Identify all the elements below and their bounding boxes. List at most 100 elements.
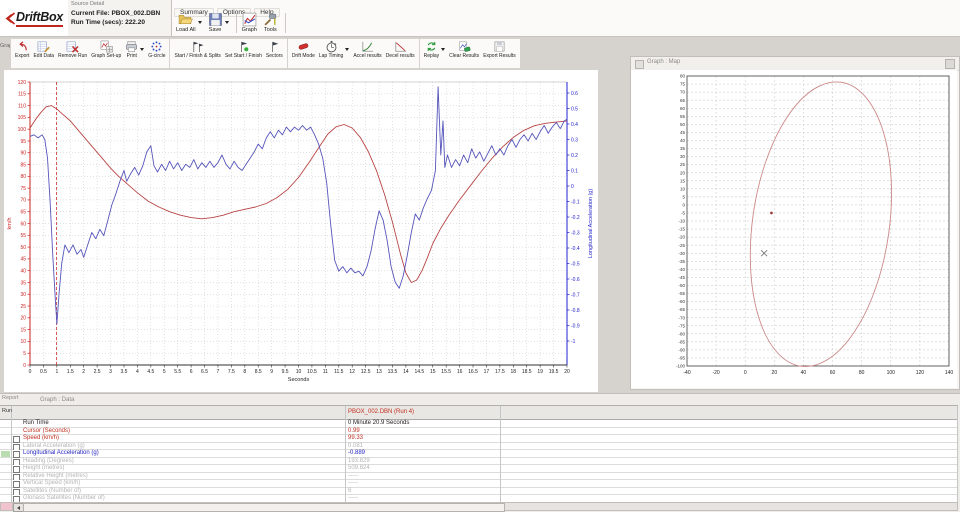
svg-text:-65: -65 (678, 307, 685, 312)
start-finish-splits-icon (191, 40, 204, 53)
dropdown-arrow-icon[interactable] (198, 21, 202, 24)
run-color-chip (1, 503, 13, 510)
source-detail-heading: Source Detail (71, 1, 168, 7)
toolbar-button-export[interactable]: Export (13, 40, 31, 59)
dropdown-arrow-icon[interactable] (441, 48, 445, 51)
svg-text:20: 20 (20, 316, 26, 322)
svg-text:40: 40 (20, 268, 26, 274)
toolbar-button-clear-results[interactable]: Clear Results (447, 40, 481, 59)
svg-text:20: 20 (564, 369, 570, 375)
toolbar-button-label: Drift Mode (292, 53, 315, 59)
report-dock-tab[interactable]: Report (2, 395, 19, 401)
dropdown-arrow-icon[interactable] (225, 21, 229, 24)
svg-text:1.5: 1.5 (67, 369, 74, 375)
svg-text:18.5: 18.5 (522, 369, 532, 375)
svg-text:-35: -35 (678, 259, 685, 264)
svg-text:55: 55 (680, 114, 686, 119)
svg-text:-0.9: -0.9 (571, 323, 580, 329)
toolbar-group: ReplayClear ResultsExport Results (420, 39, 520, 68)
toolbar-button-remove-run[interactable]: Remove Run (56, 40, 89, 59)
toolbar-button-graph[interactable]: Graph (240, 12, 259, 33)
data-panel: Report Graph : Data PBOX_002.DBN (Run 4)… (0, 393, 960, 512)
svg-text:85: 85 (20, 162, 26, 168)
toolbar-button-replay[interactable]: Replay (422, 40, 448, 59)
svg-text:100: 100 (887, 370, 896, 376)
print-icon (125, 40, 138, 53)
svg-text:55: 55 (20, 233, 26, 239)
svg-text:-0.7: -0.7 (571, 292, 580, 298)
main-toolbar: Load AllSave GraphTools (174, 12, 289, 36)
svg-text:3: 3 (109, 369, 112, 375)
svg-text:140: 140 (945, 370, 954, 376)
channel-value: 509.824 (348, 465, 370, 473)
svg-text:Longitudinal Acceleration (g): Longitudinal Acceleration (g) (588, 189, 594, 259)
channel-label: Height (metres) (23, 465, 64, 473)
toolbar-button-graph-set-up[interactable]: Graph Set-up (89, 40, 123, 59)
replay-icon (425, 40, 438, 53)
speed-accel-chart[interactable]: 0510152025303540455055606570758085909510… (4, 70, 598, 392)
svg-text:0.4: 0.4 (571, 122, 578, 128)
toolbar-button-load-all[interactable]: Load All (174, 12, 204, 33)
svg-text:-85: -85 (678, 339, 685, 344)
svg-text:9.5: 9.5 (282, 369, 289, 375)
svg-text:5.5: 5.5 (174, 369, 181, 375)
toolbar-button-drift-mode[interactable]: Drift Mode (290, 40, 317, 59)
svg-text:8: 8 (243, 369, 246, 375)
remove-run-icon (66, 40, 79, 53)
dropdown-arrow-icon[interactable] (345, 48, 349, 51)
svg-text:13.5: 13.5 (388, 369, 398, 375)
toolbar-button-sectors[interactable]: Sectors (264, 40, 285, 59)
channel-value: ----- (348, 473, 358, 481)
edit-data-icon (37, 40, 50, 53)
channel-value: 0.081 (348, 443, 363, 451)
map-titlebar: Graph : Map (631, 57, 959, 71)
svg-text:10: 10 (296, 369, 302, 375)
toolbar-group: Start / Finish & SplitsSet Start / Finis… (170, 39, 287, 68)
table-row-longitudinal-acceleration-g: Longitudinal Acceleration (g)-0.889 (0, 450, 958, 458)
toolbar-button-label: Export Results (483, 53, 516, 59)
position-marker (770, 212, 773, 215)
toolbar-button-edit-data[interactable]: Edit Data (31, 40, 56, 59)
svg-text:50: 50 (680, 122, 686, 127)
svg-text:-0.5: -0.5 (571, 261, 580, 267)
channel-value: 0 Minute 20.9 Seconds (348, 420, 409, 428)
svg-text:6.5: 6.5 (201, 369, 208, 375)
horizontal-scrollbar[interactable] (0, 502, 958, 511)
toolbar-button-set-start-finish[interactable]: Set Start / Finish (223, 40, 264, 59)
svg-text:110: 110 (18, 103, 26, 109)
toolbar-button-export-results[interactable]: Export Results (481, 40, 518, 59)
toolbar-button-tools[interactable]: Tools (261, 12, 280, 33)
svg-text:20: 20 (772, 370, 778, 376)
tools-icon (263, 12, 278, 27)
toolbar-button-g-circle[interactable]: G-circle (146, 40, 167, 59)
toolbar-button-print[interactable]: Print (123, 40, 146, 59)
dropdown-arrow-icon[interactable] (140, 48, 144, 51)
drift-mode-icon (297, 40, 310, 53)
svg-text:0.5: 0.5 (571, 106, 578, 112)
svg-text:-5: -5 (681, 211, 685, 216)
table-header-row: PBOX_002.DBN (Run 4) (0, 406, 958, 420)
toolbar-button-lap-timing[interactable]: Lap Timing (317, 40, 351, 59)
load-all-icon (178, 12, 193, 27)
menu-bar: SummaryOptionsHelp (174, 1, 283, 11)
svg-text:-30: -30 (678, 251, 685, 256)
svg-text:70: 70 (680, 90, 686, 95)
toolbar-button-start-finish-splits[interactable]: Start / Finish & Splits (172, 40, 222, 59)
svg-text:10: 10 (20, 339, 26, 345)
svg-text:50: 50 (20, 245, 26, 251)
svg-text:30: 30 (20, 292, 26, 298)
toolbar-button-save[interactable]: Save (206, 12, 231, 33)
svg-text:-0.4: -0.4 (571, 246, 580, 252)
toolbar-button-accel-results[interactable]: Accel results (351, 40, 383, 59)
window-control-button[interactable] (945, 59, 955, 69)
run-column-header: PBOX_002.DBN (Run 4) (348, 406, 414, 419)
svg-text:-95: -95 (678, 356, 685, 361)
svg-text:80: 80 (20, 174, 26, 180)
svg-text:-20: -20 (712, 370, 719, 376)
track-map-chart[interactable]: -100-95-90-85-80-75-70-65-60-55-50-45-40… (631, 70, 957, 388)
toolbar-button-decel-results[interactable]: Decel results (384, 40, 417, 59)
toolbar-separator (236, 13, 237, 33)
svg-text:-25: -25 (678, 243, 685, 248)
channel-label: Vertical Speed (km/h) (23, 480, 80, 488)
g-circle-icon (150, 40, 163, 53)
